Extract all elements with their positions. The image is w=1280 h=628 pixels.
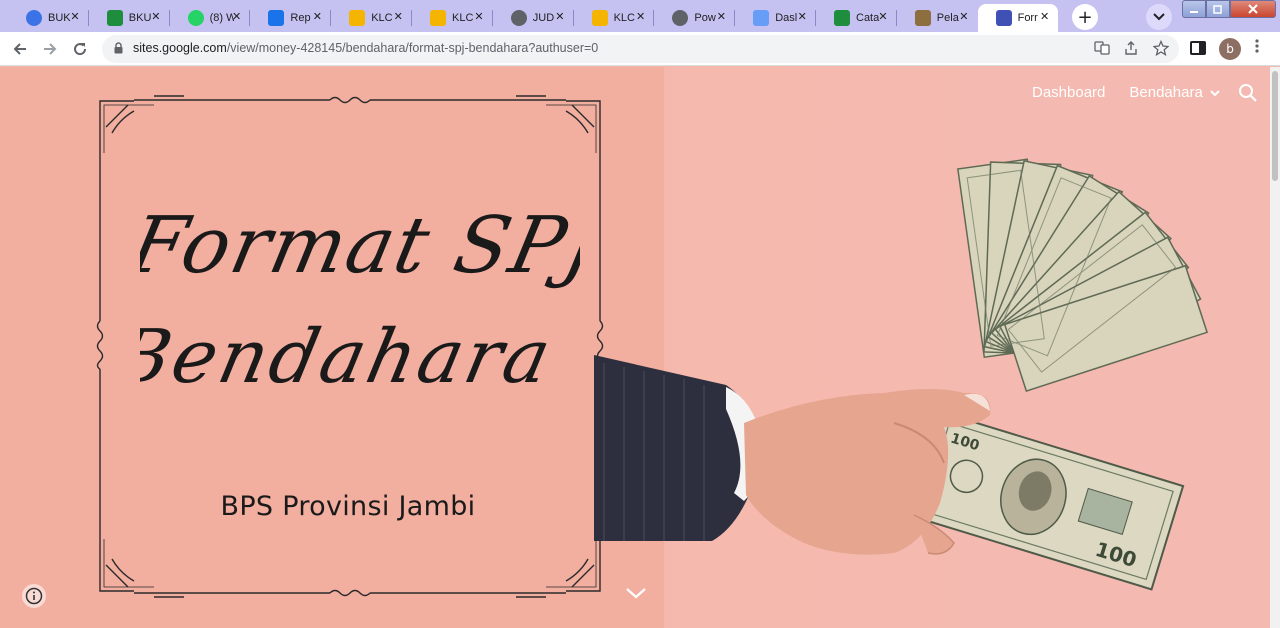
- banknote-fan: 100 100: [911, 158, 1209, 591]
- new-tab-button[interactable]: +: [1072, 4, 1098, 30]
- url-path: /view/money-428145/bendahara/format-spj-…: [226, 41, 599, 55]
- back-button[interactable]: [8, 37, 32, 61]
- tab-close-icon[interactable]: ✕: [230, 10, 244, 23]
- browser-tab[interactable]: BUK ✕: [8, 4, 88, 32]
- side-panel-icon[interactable]: [1190, 41, 1206, 55]
- site-navigation: Dashboard Bendahara: [1032, 84, 1221, 101]
- chrome-icon: [26, 10, 42, 26]
- browser-tab[interactable]: Dasl ✕: [735, 4, 815, 32]
- chevron-down-icon: [1153, 13, 1165, 21]
- tab-close-icon[interactable]: ✕: [310, 10, 324, 23]
- emblem-icon: [914, 10, 931, 26]
- browser-tab[interactable]: KLC ✕: [412, 4, 492, 32]
- restore-icon: [1213, 5, 1222, 14]
- bookmark-star-icon[interactable]: [1152, 39, 1170, 58]
- browser-tab[interactable]: BKU ✕: [89, 4, 169, 32]
- tab-close-icon[interactable]: ✕: [391, 10, 405, 23]
- hand-holding-money-image: 100 100: [594, 158, 1209, 591]
- hero-subtitle: BPS Provinsi Jambi: [220, 491, 476, 522]
- minimize-icon: [1190, 11, 1198, 13]
- globe-icon: [510, 10, 527, 26]
- arrow-right-icon: [44, 43, 57, 55]
- more-menu-icon[interactable]: [1250, 38, 1264, 60]
- nav-dropdown-label: Bendahara: [1129, 84, 1203, 101]
- profile-avatar[interactable]: b: [1219, 38, 1241, 60]
- hero-title: Format SPJ Bendahara: [140, 200, 580, 400]
- tab-close-icon[interactable]: ✕: [472, 10, 486, 23]
- tab-search-button[interactable]: [1146, 4, 1172, 30]
- url-text: sites.google.com/view/money-428145/benda…: [133, 41, 598, 55]
- search-icon[interactable]: [1238, 83, 1258, 103]
- reload-button[interactable]: [68, 37, 92, 61]
- tab-close-icon[interactable]: ✕: [1038, 10, 1052, 23]
- browser-tab[interactable]: Forr ✕: [977, 4, 1058, 32]
- klc-icon: [430, 10, 446, 26]
- klc-icon: [591, 10, 608, 26]
- tab-close-icon[interactable]: ✕: [714, 10, 728, 23]
- globe-icon: [672, 10, 689, 26]
- browser-tab[interactable]: Rep ✕: [250, 4, 330, 32]
- browser-tab[interactable]: KLC ✕: [331, 4, 411, 32]
- tab-close-icon[interactable]: ✕: [876, 10, 890, 23]
- close-window-button[interactable]: [1230, 0, 1276, 18]
- tab-close-icon[interactable]: ✕: [634, 10, 648, 23]
- window-controls: [1182, 0, 1276, 20]
- scrollbar-thumb[interactable]: [1272, 71, 1278, 181]
- site-page: Format SPJ Bendahara BPS Provinsi Jambi: [0, 67, 1270, 628]
- url-host: sites.google.com: [133, 41, 227, 55]
- chevron-down-icon: [1210, 89, 1220, 96]
- tab-close-icon[interactable]: ✕: [795, 10, 809, 23]
- browser-tab[interactable]: JUD ✕: [493, 4, 573, 32]
- translate-icon[interactable]: [1093, 40, 1111, 58]
- minimize-button[interactable]: [1182, 0, 1206, 18]
- browser-tab[interactable]: Pow ✕: [654, 4, 734, 32]
- sheets-icon: [834, 10, 850, 26]
- info-icon: [25, 587, 43, 605]
- whatsapp-icon: [187, 10, 204, 26]
- hero-title-line1: Format SPJ: [140, 200, 580, 291]
- klc-icon: [349, 10, 366, 26]
- browser-toolbar: sites.google.com/view/money-428145/benda…: [0, 32, 1280, 66]
- script-icon: [268, 10, 285, 26]
- browser-tab[interactable]: Cata ✕: [816, 4, 896, 32]
- forward-button[interactable]: [38, 37, 62, 61]
- sites-icon: [995, 10, 1012, 26]
- nav-link-dashboard[interactable]: Dashboard: [1032, 84, 1105, 101]
- browser-tab[interactable]: (8) W ✕: [170, 4, 250, 32]
- hero-title-line2: Bendahara: [140, 314, 561, 400]
- maximize-button[interactable]: [1206, 0, 1230, 18]
- browser-tab[interactable]: KLC ✕: [574, 4, 654, 32]
- tab-close-icon[interactable]: ✕: [957, 10, 971, 23]
- site-info-button[interactable]: [22, 584, 46, 608]
- address-bar[interactable]: sites.google.com/view/money-428145/benda…: [102, 35, 1179, 63]
- sheets-icon: [106, 10, 123, 26]
- reload-icon: [74, 43, 87, 56]
- nav-dropdown-bendahara[interactable]: Bendahara: [1129, 84, 1220, 101]
- close-icon: [1248, 4, 1258, 14]
- browser-tab[interactable]: Pela ✕: [897, 4, 977, 32]
- lock-icon: [114, 42, 123, 54]
- share-icon[interactable]: [1122, 40, 1140, 58]
- suit-sleeve: [594, 355, 764, 541]
- arrow-left-icon: [13, 43, 26, 55]
- page-scrollbar[interactable]: [1270, 67, 1280, 628]
- tab-close-icon[interactable]: ✕: [149, 10, 163, 23]
- tab-close-icon[interactable]: ✕: [553, 10, 567, 23]
- datastudio-icon: [753, 10, 770, 26]
- tab-close-icon[interactable]: ✕: [68, 10, 82, 23]
- scroll-down-chevron-icon[interactable]: [624, 585, 648, 601]
